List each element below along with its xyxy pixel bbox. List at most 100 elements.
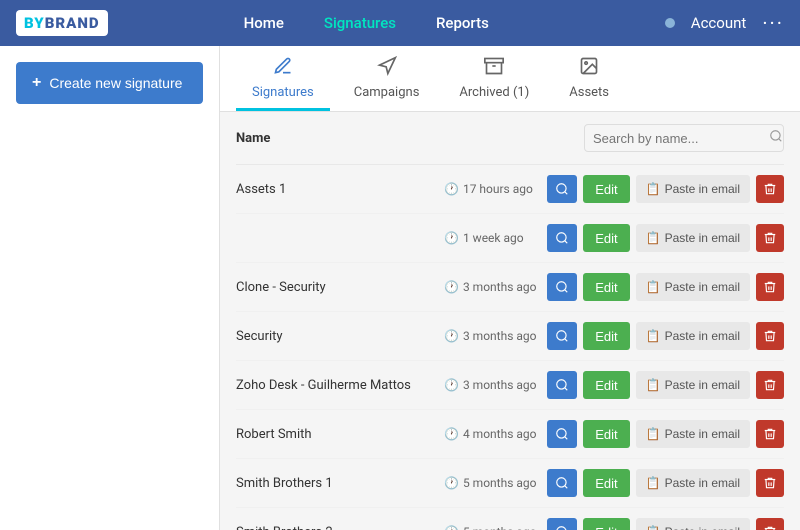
preview-button[interactable] (547, 224, 577, 252)
paste-icon: 📋 (646, 378, 661, 392)
edit-button[interactable]: Edit (583, 371, 629, 399)
delete-button[interactable] (756, 371, 784, 399)
paste-icon: 📋 (646, 231, 661, 245)
tab-archived[interactable]: Archived (1) (443, 46, 545, 111)
more-menu-icon[interactable]: ··· (762, 11, 784, 35)
sidebar: + Create new signature (0, 46, 220, 530)
preview-button[interactable] (547, 518, 577, 530)
edit-button[interactable]: Edit (583, 224, 629, 252)
paste-label: Paste in email (665, 231, 740, 245)
paste-icon: 📋 (646, 182, 661, 196)
paste-button[interactable]: 📋Paste in email (636, 420, 750, 448)
signature-time: 🕐 3 months ago (444, 329, 539, 343)
paste-button[interactable]: 📋 Paste in email (636, 371, 750, 399)
paste-icon: 📋 (646, 427, 661, 441)
nav-home[interactable]: Home (244, 14, 284, 32)
tab-archived-label: Archived (1) (459, 85, 529, 100)
plus-icon: + (32, 74, 41, 92)
edit-button[interactable]: Edit (583, 273, 629, 301)
table-row: Clone - Security 🕐 3 months ago Edit 📋Pa… (236, 263, 784, 312)
paste-label: Paste in email (665, 378, 740, 392)
tab-signatures-label: Signatures (252, 85, 314, 100)
row-actions: Edit 📋 Paste in email (547, 371, 784, 399)
table-row: Smith Brothers 2 🕐 5 months ago Edit 📋Pa… (236, 508, 784, 530)
paste-icon: 📋 (646, 476, 661, 490)
row-actions: Edit 📋Paste in email (547, 322, 784, 350)
signature-time: 🕐 1 week ago (444, 231, 539, 245)
nav-links: Home Signatures Reports (68, 14, 665, 32)
paste-icon: 📋 (646, 329, 661, 343)
time-value: 3 months ago (463, 378, 537, 392)
delete-button[interactable] (756, 420, 784, 448)
header: BYBRAND Home Signatures Reports Account … (0, 0, 800, 46)
signature-time: 🕐 17 hours ago (444, 182, 539, 196)
edit-button[interactable]: Edit (583, 469, 629, 497)
signature-name: Assets 1 (236, 182, 436, 197)
edit-button[interactable]: Edit (583, 420, 629, 448)
status-dot (665, 18, 675, 28)
tab-assets[interactable]: Assets (553, 46, 625, 111)
delete-button[interactable] (756, 322, 784, 350)
row-actions: Edit 📋Paste in email (547, 175, 784, 203)
delete-button[interactable] (756, 175, 784, 203)
preview-button[interactable] (547, 322, 577, 350)
search-input[interactable] (593, 131, 763, 146)
paste-label: Paste in email (665, 476, 740, 490)
main-content: Signatures Campaigns Archived (1) Assets (220, 46, 800, 530)
edit-button[interactable]: Edit (583, 175, 629, 203)
tab-signatures[interactable]: Signatures (236, 46, 330, 111)
edit-button[interactable]: Edit (583, 322, 629, 350)
preview-button[interactable] (547, 371, 577, 399)
signature-time: 🕐 5 months ago (444, 525, 539, 530)
preview-button[interactable] (547, 273, 577, 301)
clock-icon: 🕐 (444, 280, 459, 294)
table-header: Name (236, 112, 784, 165)
clock-icon: 🕐 (444, 378, 459, 392)
signature-name: Security (236, 329, 436, 344)
time-value: 17 hours ago (463, 182, 533, 196)
paste-button[interactable]: 📋 Paste in email (636, 224, 750, 252)
signature-time: 🕐 5 months ago (444, 476, 539, 490)
paste-button[interactable]: 📋Paste in email (636, 322, 750, 350)
paste-label: Paste in email (665, 525, 740, 530)
clock-icon: 🕐 (444, 476, 459, 490)
edit-button[interactable]: Edit (583, 518, 629, 530)
tab-campaigns[interactable]: Campaigns (338, 46, 436, 111)
row-actions: Edit 📋 Paste in email (547, 224, 784, 252)
time-value: 5 months ago (463, 525, 537, 530)
paste-icon: 📋 (646, 280, 661, 294)
preview-button[interactable] (547, 420, 577, 448)
paste-label: Paste in email (665, 280, 740, 294)
create-signature-button[interactable]: + Create new signature (16, 62, 203, 104)
assets-tab-icon (579, 56, 599, 81)
signatures-tab-icon (273, 56, 293, 81)
paste-button[interactable]: 📋Paste in email (636, 175, 750, 203)
delete-button[interactable] (756, 518, 784, 530)
time-value: 3 months ago (463, 329, 537, 343)
paste-button[interactable]: 📋Paste in email (636, 518, 750, 530)
search-icon (769, 129, 783, 147)
table-row: Security 🕐 3 months ago Edit 📋Paste in e… (236, 312, 784, 361)
row-actions: Edit 📋Paste in email (547, 420, 784, 448)
nav-reports[interactable]: Reports (436, 14, 489, 32)
time-value: 1 week ago (463, 231, 524, 245)
preview-button[interactable] (547, 469, 577, 497)
clock-icon: 🕐 (444, 182, 459, 196)
delete-button[interactable] (756, 469, 784, 497)
signature-time: 🕐 3 months ago (444, 378, 539, 392)
account-label[interactable]: Account (691, 14, 747, 32)
campaigns-tab-icon (377, 56, 397, 81)
paste-button[interactable]: 📋 Paste in email (636, 469, 750, 497)
time-value: 5 months ago (463, 476, 537, 490)
delete-button[interactable] (756, 273, 784, 301)
delete-button[interactable] (756, 224, 784, 252)
signature-name: Smith Brothers 1 (236, 476, 436, 491)
paste-button[interactable]: 📋 Paste in email (636, 273, 750, 301)
signature-time: 🕐 3 months ago (444, 280, 539, 294)
nav-signatures[interactable]: Signatures (324, 14, 396, 32)
search-box (584, 124, 784, 152)
preview-button[interactable] (547, 175, 577, 203)
clock-icon: 🕐 (444, 329, 459, 343)
table-row: Robert Smith 🕐 4 months ago Edit 📋Paste … (236, 410, 784, 459)
table-row: Assets 1 🕐 17 hours ago Edit 📋Paste in e… (236, 165, 784, 214)
